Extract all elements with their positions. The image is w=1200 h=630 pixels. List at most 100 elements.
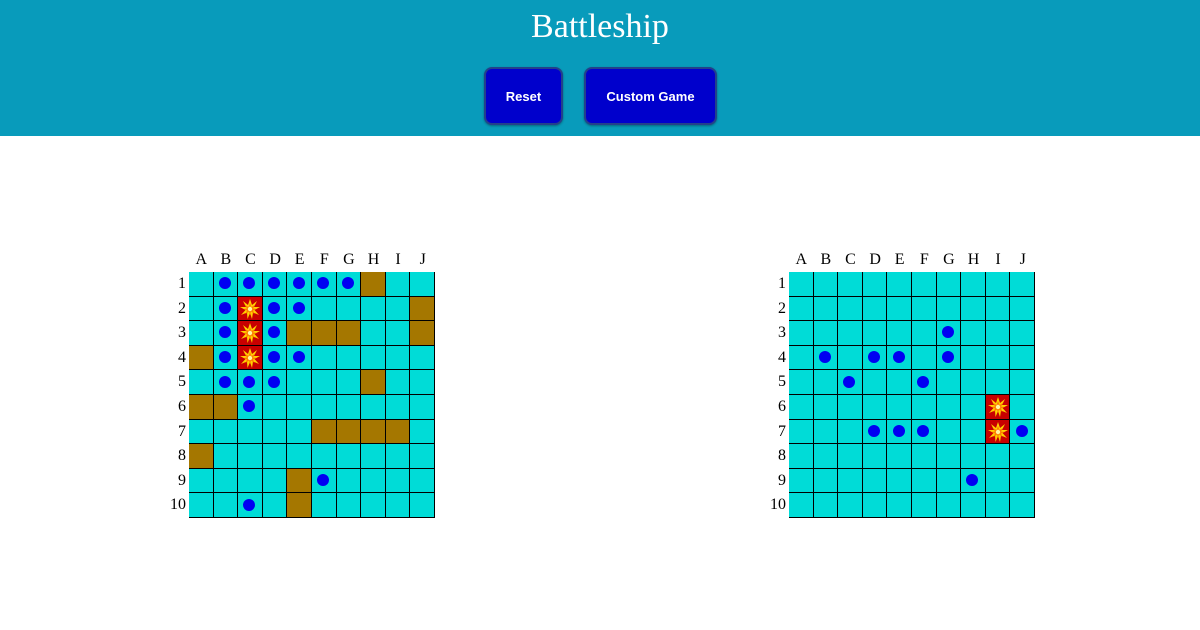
board-cell-g1[interactable] — [936, 272, 962, 297]
board-cell-g8[interactable] — [936, 444, 962, 469]
board-cell-b10[interactable] — [213, 493, 239, 518]
board-cell-j6[interactable] — [410, 395, 435, 420]
board-cell-h2[interactable] — [961, 296, 986, 322]
board-cell-b3[interactable] — [813, 321, 839, 346]
board-cell-a5[interactable] — [189, 370, 214, 395]
board-cell-a9[interactable] — [189, 468, 214, 494]
board-cell-a10[interactable] — [189, 493, 214, 518]
board-cell-e9[interactable] — [887, 468, 912, 494]
board-cell-a2[interactable] — [189, 296, 214, 322]
board-cell-b4[interactable] — [213, 345, 239, 371]
board-cell-f4[interactable] — [912, 345, 937, 371]
board-cell-b8[interactable] — [813, 444, 839, 469]
board-cell-h7[interactable] — [361, 419, 386, 445]
custom-game-button[interactable]: Custom Game — [584, 67, 717, 125]
board-cell-f1[interactable] — [312, 272, 337, 297]
board-cell-c6[interactable] — [838, 395, 863, 420]
board-cell-h10[interactable] — [361, 493, 386, 518]
board-cell-d3[interactable] — [262, 321, 288, 346]
board-cell-a3[interactable] — [189, 321, 214, 346]
board-cell-g7[interactable] — [936, 419, 962, 445]
board-cell-g10[interactable] — [336, 493, 362, 518]
board-cell-i4[interactable] — [385, 345, 411, 371]
board-cell-h1[interactable] — [361, 272, 386, 297]
board-cell-d9[interactable] — [862, 468, 888, 494]
board-cell-j3[interactable] — [410, 321, 435, 346]
board-cell-d6[interactable] — [862, 395, 888, 420]
board-cell-d7[interactable] — [862, 419, 888, 445]
board-cell-i10[interactable] — [985, 493, 1011, 518]
board-cell-c2[interactable] — [238, 296, 263, 322]
board-cell-g1[interactable] — [336, 272, 362, 297]
board-cell-j3[interactable] — [1010, 321, 1035, 346]
board-cell-g4[interactable] — [936, 345, 962, 371]
board-cell-b6[interactable] — [813, 395, 839, 420]
board-cell-f9[interactable] — [912, 468, 937, 494]
board-cell-d2[interactable] — [862, 296, 888, 322]
board-cell-d5[interactable] — [262, 370, 288, 395]
board-cell-c10[interactable] — [238, 493, 263, 518]
board-cell-h5[interactable] — [961, 370, 986, 395]
board-cell-h8[interactable] — [361, 444, 386, 469]
board-cell-f7[interactable] — [912, 419, 937, 445]
board-cell-h9[interactable] — [361, 468, 386, 494]
board-cell-g5[interactable] — [936, 370, 962, 395]
board-cell-b5[interactable] — [213, 370, 239, 395]
board-cell-a2[interactable] — [789, 296, 814, 322]
board-cell-a1[interactable] — [789, 272, 814, 297]
board-cell-f10[interactable] — [312, 493, 337, 518]
board-cell-c5[interactable] — [838, 370, 863, 395]
board-cell-i1[interactable] — [985, 272, 1011, 297]
board-cell-j10[interactable] — [410, 493, 435, 518]
board-cell-e1[interactable] — [287, 272, 312, 297]
board-cell-b4[interactable] — [813, 345, 839, 371]
board-cell-j5[interactable] — [410, 370, 435, 395]
board-cell-h3[interactable] — [961, 321, 986, 346]
board-cell-c8[interactable] — [238, 444, 263, 469]
board-cell-f3[interactable] — [312, 321, 337, 346]
board-cell-h8[interactable] — [961, 444, 986, 469]
board-cell-e6[interactable] — [887, 395, 912, 420]
board-cell-j5[interactable] — [1010, 370, 1035, 395]
board-cell-c2[interactable] — [838, 296, 863, 322]
board-cell-a6[interactable] — [189, 395, 214, 420]
board-cell-d9[interactable] — [262, 468, 288, 494]
board-cell-e7[interactable] — [887, 419, 912, 445]
board-cell-d3[interactable] — [862, 321, 888, 346]
board-cell-i8[interactable] — [985, 444, 1011, 469]
board-cell-i5[interactable] — [985, 370, 1011, 395]
board-cell-i9[interactable] — [985, 468, 1011, 494]
board-cell-i1[interactable] — [385, 272, 411, 297]
board-cell-h1[interactable] — [961, 272, 986, 297]
board-cell-i6[interactable] — [385, 395, 411, 420]
board-cell-i2[interactable] — [385, 296, 411, 322]
board-cell-h6[interactable] — [961, 395, 986, 420]
board-cell-g9[interactable] — [936, 468, 962, 494]
board-cell-h2[interactable] — [361, 296, 386, 322]
board-cell-j2[interactable] — [410, 296, 435, 322]
board-cell-c9[interactable] — [238, 468, 263, 494]
board-cell-g9[interactable] — [336, 468, 362, 494]
board-cell-g6[interactable] — [936, 395, 962, 420]
board-cell-c4[interactable] — [838, 345, 863, 371]
board-cell-h5[interactable] — [361, 370, 386, 395]
board-cell-h10[interactable] — [961, 493, 986, 518]
board-cell-i3[interactable] — [985, 321, 1011, 346]
board-cell-j2[interactable] — [1010, 296, 1035, 322]
board-cell-c1[interactable] — [838, 272, 863, 297]
board-cell-i10[interactable] — [385, 493, 411, 518]
board-cell-j10[interactable] — [1010, 493, 1035, 518]
board-cell-b6[interactable] — [213, 395, 239, 420]
board-cell-e7[interactable] — [287, 419, 312, 445]
board-cell-e4[interactable] — [887, 345, 912, 371]
board-cell-j9[interactable] — [410, 468, 435, 494]
board-cell-i8[interactable] — [385, 444, 411, 469]
board-cell-d5[interactable] — [862, 370, 888, 395]
board-cell-d1[interactable] — [262, 272, 288, 297]
board-cell-f2[interactable] — [312, 296, 337, 322]
board-cell-f8[interactable] — [312, 444, 337, 469]
board-cell-e10[interactable] — [287, 493, 312, 518]
board-cell-h9[interactable] — [961, 468, 986, 494]
board-cell-e9[interactable] — [287, 468, 312, 494]
board-cell-e8[interactable] — [287, 444, 312, 469]
